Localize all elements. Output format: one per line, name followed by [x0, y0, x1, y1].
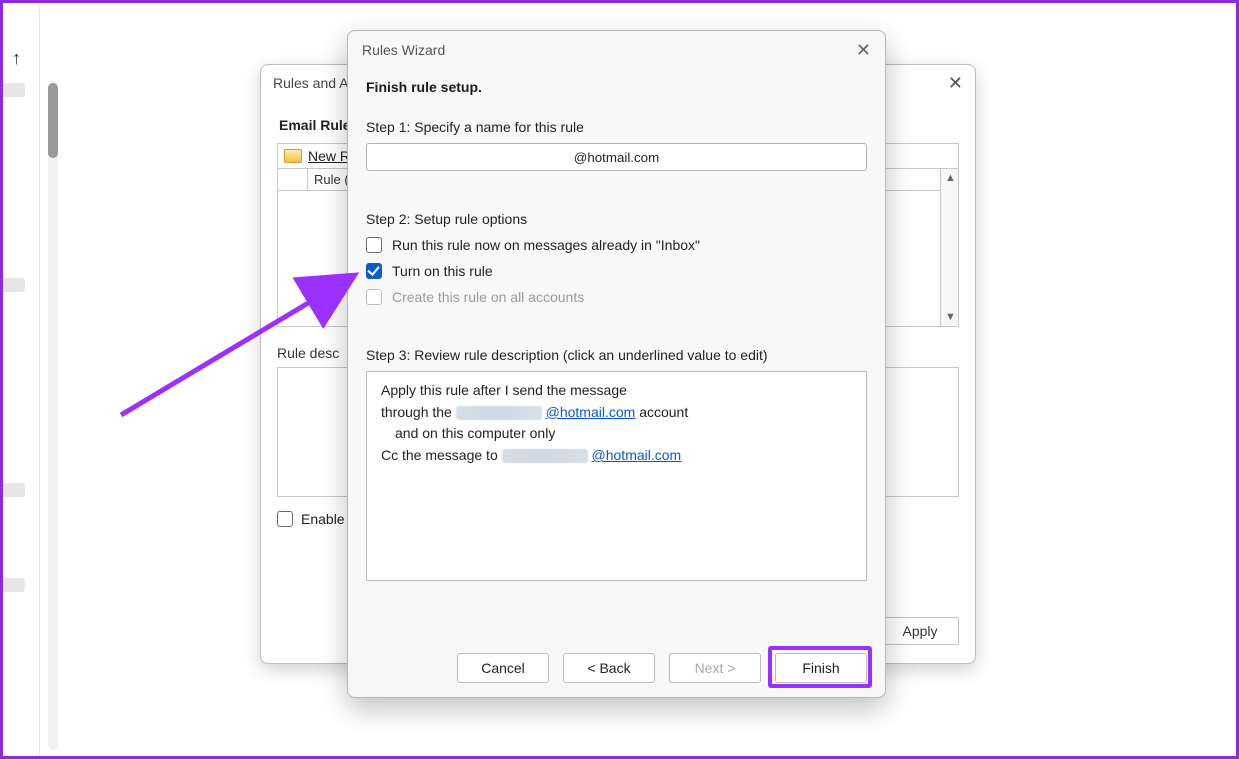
step2-label: Step 2: Setup rule options [366, 211, 867, 227]
new-rule-icon [284, 149, 302, 163]
annotation-arrow [113, 265, 373, 425]
run-now-label: Run this rule now on messages already in… [392, 237, 700, 253]
review-line-2: through the @hotmail.com account [381, 402, 852, 424]
redacted-recipient [502, 449, 588, 463]
back-button[interactable]: < Back [563, 653, 655, 683]
account-link[interactable]: @hotmail.com [546, 404, 636, 420]
left-stub-4 [3, 578, 25, 592]
far-left-pane: ↑ [3, 3, 40, 756]
close-icon[interactable]: ✕ [948, 73, 963, 94]
redacted-account [456, 406, 542, 420]
option-run-now[interactable]: Run this rule now on messages already in… [366, 237, 867, 253]
left-stub-1 [3, 83, 25, 97]
turn-on-label: Turn on this rule [392, 263, 493, 279]
wizard-title: Rules Wizard [362, 42, 445, 58]
rules-grid-scrollbar[interactable]: ▲ ▼ [940, 169, 958, 326]
apply-button[interactable]: Apply [881, 617, 959, 645]
rules-wizard-dialog: Rules Wizard ✕ Finish rule setup. Step 1… [347, 30, 886, 698]
option-all-accounts: Create this rule on all accounts [366, 289, 867, 305]
rules-dialog-title: Rules and A [273, 75, 349, 91]
nav-scrollbar[interactable] [48, 80, 58, 750]
left-stub-3 [3, 483, 25, 497]
cc-recipient-link[interactable]: @hotmail.com [592, 447, 682, 463]
nav-scroll-thumb[interactable] [48, 83, 58, 158]
all-accounts-label: Create this rule on all accounts [392, 289, 584, 305]
scroll-up-icon[interactable]: ▲ [945, 172, 956, 184]
step1-label: Step 1: Specify a name for this rule [366, 119, 867, 135]
rule-review-box: Apply this rule after I send the message… [366, 371, 867, 581]
scroll-down-icon[interactable]: ▼ [945, 311, 956, 323]
step3-label: Step 3: Review rule description (click a… [366, 347, 867, 363]
wizard-titlebar: Rules Wizard ✕ [348, 31, 885, 69]
finish-button[interactable]: Finish [775, 653, 867, 683]
cancel-button[interactable]: Cancel [457, 653, 549, 683]
run-now-checkbox[interactable] [366, 237, 382, 253]
new-rule-button[interactable]: New R [308, 148, 350, 164]
rule-name-input[interactable] [366, 143, 867, 171]
up-arrow-icon[interactable]: ↑ [12, 48, 21, 69]
review-line-4: Cc the message to @hotmail.com [381, 445, 852, 467]
enable-rules-checkbox[interactable] [277, 511, 293, 527]
wizard-button-row: Cancel < Back Next > Finish [348, 653, 885, 683]
nav-strip [40, 3, 80, 756]
review-line-1: Apply this rule after I send the message [381, 380, 852, 402]
wizard-heading: Finish rule setup. [366, 79, 867, 95]
close-icon[interactable]: ✕ [856, 40, 871, 61]
next-button: Next > [669, 653, 761, 683]
left-stub-2 [3, 278, 25, 292]
enable-rules-label: Enable [301, 511, 345, 527]
option-turn-on[interactable]: Turn on this rule [366, 263, 867, 279]
review-line-3: and on this computer only [381, 423, 852, 445]
